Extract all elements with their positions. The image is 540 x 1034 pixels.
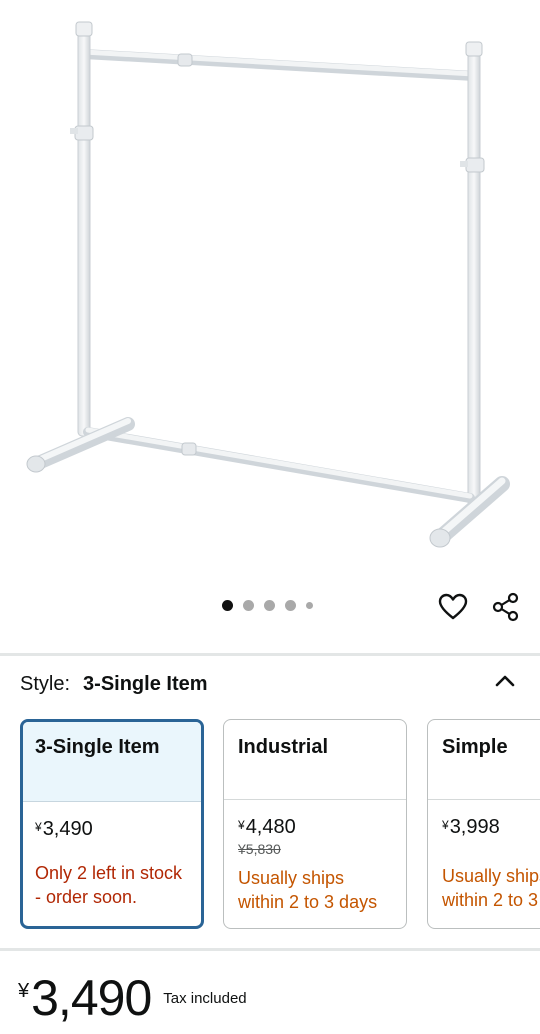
availability-line: within 2 to 3 days (442, 890, 540, 910)
price-value: 3,490 (42, 818, 93, 840)
carousel-dot[interactable] (243, 600, 254, 611)
style-option-name: Simple (428, 720, 540, 800)
chevron-up-icon[interactable] (492, 668, 518, 694)
section-divider (0, 948, 540, 951)
share-button[interactable] (489, 590, 523, 624)
availability-line: Only 2 left in stock (35, 863, 183, 883)
style-option-price: ¥ 4,480 (238, 816, 392, 839)
style-option-card-industrial[interactable]: Industrial ¥ 4,480 ¥5,830 Usually ships … (223, 719, 407, 929)
share-icon (492, 592, 519, 622)
style-option-card-3-single-item[interactable]: 3-Single Item ¥ 3,490 Only 2 left in sto… (20, 719, 204, 929)
price-value: 3,998 (449, 816, 500, 838)
product-image[interactable] (0, 0, 540, 590)
style-options-carousel[interactable]: 3-Single Item ¥ 3,490 Only 2 left in sto… (20, 719, 540, 931)
currency-symbol: ¥ (238, 818, 245, 832)
price-block: ¥ 3,490 Tax included (18, 972, 247, 1024)
availability-line: - order soon. (35, 887, 138, 907)
carousel-dot[interactable] (222, 600, 233, 611)
style-selector-header: Style: 3-Single Item (20, 673, 208, 696)
clothes-rack-image (26, 21, 510, 548)
availability-line: within 2 to 3 days (238, 892, 378, 912)
image-carousel-dots[interactable] (222, 600, 313, 611)
style-option-price: ¥ 3,998 (442, 816, 540, 839)
availability-text: Only 2 left in stock - order soon. (35, 861, 189, 909)
style-label: Style: (20, 673, 71, 695)
style-option-card-simple[interactable]: Simple ¥ 3,998 Usually ships within 2 to… (427, 719, 540, 929)
availability-line: Usually ships (238, 868, 345, 888)
currency-symbol: ¥ (18, 980, 30, 1002)
availability-text: Usually ships within 2 to 3 days (238, 866, 392, 914)
style-option-name: Industrial (224, 720, 406, 800)
selected-style-value: 3-Single Item (83, 673, 208, 695)
style-option-name: 3-Single Item (23, 722, 201, 802)
tax-note: Tax included (163, 990, 247, 1007)
style-option-price: ¥ 3,490 (35, 818, 189, 841)
availability-line: Usually ships (442, 866, 540, 886)
favorite-button[interactable] (436, 590, 470, 624)
heart-outline-icon (438, 593, 468, 620)
original-price: ¥5,830 (238, 841, 281, 857)
carousel-dot[interactable] (306, 602, 313, 609)
carousel-dot[interactable] (285, 600, 296, 611)
section-divider (0, 653, 540, 656)
carousel-dot[interactable] (264, 600, 275, 611)
availability-text: Usually ships within 2 to 3 days (442, 864, 540, 912)
current-price: 3,490 (31, 970, 152, 1026)
currency-symbol: ¥ (442, 818, 449, 832)
price-value: 4,480 (245, 816, 296, 838)
currency-symbol: ¥ (35, 820, 42, 834)
